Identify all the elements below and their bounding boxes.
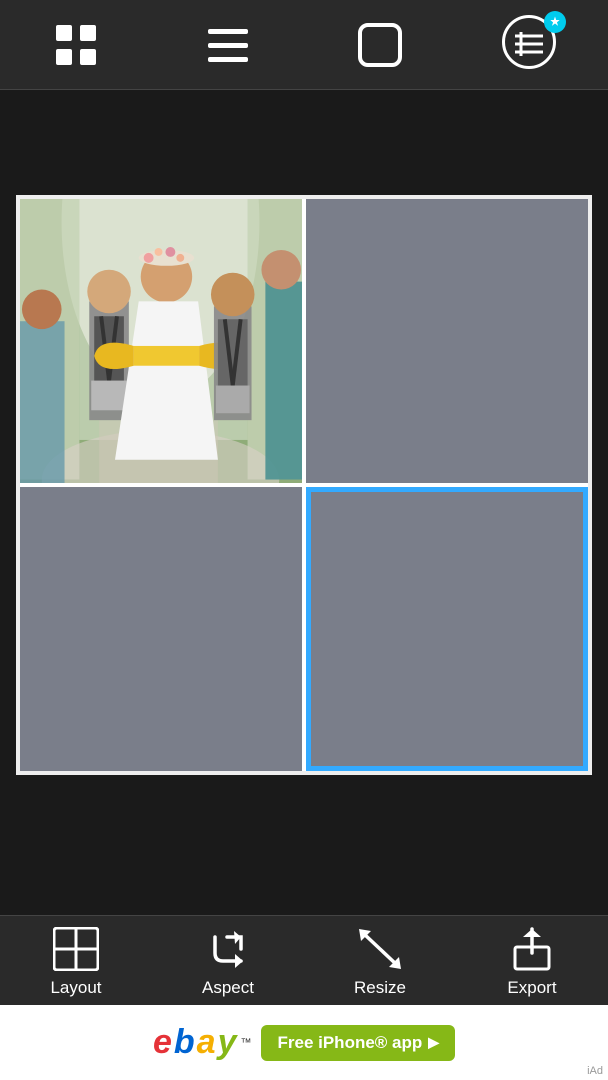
profile-lock-icon[interactable] bbox=[502, 15, 562, 75]
lock-badge bbox=[544, 11, 566, 33]
trademark-symbol: ™ bbox=[240, 1037, 251, 1049]
free-app-button[interactable]: Free iPhone® app bbox=[261, 1025, 455, 1061]
iad-label: iAd bbox=[587, 1065, 603, 1077]
export-button[interactable]: Export bbox=[462, 924, 602, 998]
ebay-logo: e b a y ™ bbox=[153, 1023, 252, 1062]
export-label: Export bbox=[507, 978, 556, 998]
resize-button[interactable]: Resize bbox=[310, 924, 450, 998]
aspect-button[interactable]: Aspect bbox=[158, 924, 298, 998]
grid-cell-top-right[interactable] bbox=[306, 199, 588, 483]
wedding-photo bbox=[20, 199, 302, 483]
top-navigation-bar bbox=[0, 0, 608, 90]
layout-icon bbox=[50, 924, 102, 974]
layout-label: Layout bbox=[50, 978, 101, 998]
grid-cell-top-left[interactable] bbox=[20, 199, 302, 483]
aspect-label: Aspect bbox=[202, 978, 254, 998]
photo-grid bbox=[16, 195, 592, 775]
aspect-icon bbox=[202, 924, 254, 974]
grid-cell-bottom-left[interactable] bbox=[20, 487, 302, 771]
ad-banner[interactable]: e b a y ™ Free iPhone® app iAd bbox=[0, 1005, 608, 1080]
layout-button[interactable]: Layout bbox=[6, 924, 146, 998]
resize-icon bbox=[354, 924, 406, 974]
canvas-area bbox=[0, 90, 608, 880]
menu-icon[interactable] bbox=[198, 15, 258, 75]
frame-icon[interactable] bbox=[350, 15, 410, 75]
resize-label: Resize bbox=[354, 978, 406, 998]
grid-cell-bottom-right[interactable] bbox=[306, 487, 588, 771]
export-icon bbox=[506, 924, 558, 974]
grid-icon[interactable] bbox=[46, 15, 106, 75]
bottom-toolbar: Layout Aspect Resize bbox=[0, 915, 608, 1005]
